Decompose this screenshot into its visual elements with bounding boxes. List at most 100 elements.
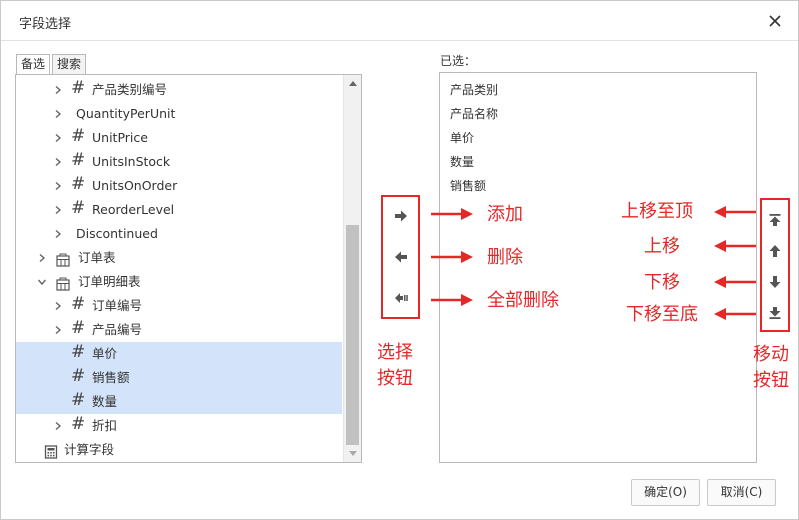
chevron-right-icon[interactable] xyxy=(52,126,64,150)
annotation-move-down: 下移 xyxy=(644,272,680,293)
move-up-icon[interactable] xyxy=(763,239,787,263)
tree-item[interactable]: # ReorderLevel xyxy=(16,198,342,222)
tree-item-label: UnitsOnOrder xyxy=(92,178,178,193)
tree-item-label: 产品类别编号 xyxy=(92,82,168,97)
tree-item-label: 折扣 xyxy=(92,418,118,433)
tree-scrollbar[interactable] xyxy=(343,75,361,462)
chevron-right-icon[interactable] xyxy=(52,318,64,342)
tree-item[interactable]: # 销售额 xyxy=(16,366,342,390)
move-buttons-group xyxy=(760,198,790,332)
tree-item[interactable]: # 订单编号 xyxy=(16,294,342,318)
title-divider xyxy=(1,40,798,41)
annotation-move-top: 上移至顶 xyxy=(621,201,693,222)
numeric-field-icon: # xyxy=(71,318,86,338)
tree-item-label: QuantityPerUnit xyxy=(76,106,176,121)
chevron-right-icon[interactable] xyxy=(52,414,64,438)
chevron-right-icon[interactable] xyxy=(52,150,64,174)
selected-label: 已选： xyxy=(440,54,477,68)
move-up-annotation-arrow xyxy=(714,240,756,252)
tree-item-label: 单价 xyxy=(92,346,118,361)
tree-item-label: Discontinued xyxy=(76,226,158,241)
ok-button[interactable]: 确定(O) xyxy=(631,479,700,506)
move-to-bottom-icon[interactable] xyxy=(763,301,787,325)
numeric-field-icon: # xyxy=(71,150,86,170)
selected-item[interactable]: 数量 xyxy=(450,153,474,170)
field-selection-dialog: 字段选择 备选 搜索 # 产品类别编号 QuantityPerUnit # UnitPr… xyxy=(0,0,799,520)
chevron-right-icon[interactable] xyxy=(52,78,64,102)
delete-all-annotation-arrow xyxy=(431,294,473,306)
numeric-field-icon: # xyxy=(71,390,86,410)
tree-item[interactable]: # UnitsOnOrder xyxy=(16,174,342,198)
chevron-right-icon[interactable] xyxy=(52,198,64,222)
tab-bar: 备选 搜索 xyxy=(16,54,87,74)
table-icon xyxy=(56,251,70,267)
tree-item[interactable]: # 折扣 xyxy=(16,414,342,438)
tree-item[interactable]: QuantityPerUnit xyxy=(16,102,342,126)
delete-arrow-left-icon[interactable] xyxy=(389,245,413,269)
chevron-right-icon[interactable] xyxy=(52,102,64,126)
annotation-select-buttons-line1: 选择 xyxy=(377,342,413,363)
annotation-move-bottom: 下移至底 xyxy=(626,304,698,325)
close-icon[interactable] xyxy=(765,11,785,31)
tree-item-label: 销售额 xyxy=(92,370,130,385)
tree-item-label: 订单编号 xyxy=(92,298,143,313)
annotation-move-buttons-line2: 按钮 xyxy=(753,370,789,391)
tree-item-label: ReorderLevel xyxy=(92,202,175,217)
add-annotation-arrow xyxy=(431,208,473,220)
scroll-thumb[interactable] xyxy=(346,225,359,445)
move-down-icon[interactable] xyxy=(763,270,787,294)
annotation-move-up: 上移 xyxy=(644,236,680,257)
tree-item-label: 订单明细表 xyxy=(78,274,141,289)
chevron-right-icon[interactable] xyxy=(52,174,64,198)
selected-item[interactable]: 产品名称 xyxy=(450,105,498,122)
chevron-right-icon[interactable] xyxy=(52,222,64,246)
tree-item[interactable]: # UnitPrice xyxy=(16,126,342,150)
cancel-button[interactable]: 取消(C) xyxy=(707,479,776,506)
tree-item-label: 计算字段 xyxy=(64,442,115,457)
selected-item[interactable]: 销售额 xyxy=(450,177,486,194)
tree-item[interactable]: 计算字段 xyxy=(16,438,342,462)
tree-item-label: 产品编号 xyxy=(92,322,143,337)
chevron-right-icon[interactable] xyxy=(52,294,64,318)
tree-item[interactable]: # 产品类别编号 xyxy=(16,78,342,102)
tree-item[interactable]: # 产品编号 xyxy=(16,318,342,342)
move-down-annotation-arrow xyxy=(714,276,756,288)
tab-candidates[interactable]: 备选 xyxy=(16,54,51,74)
chevron-right-icon[interactable] xyxy=(36,246,48,270)
tree-item-label: 订单表 xyxy=(78,250,116,265)
dialog-title: 字段选择 xyxy=(19,17,72,32)
selected-item[interactable]: 产品类别 xyxy=(450,81,498,98)
calculator-icon xyxy=(44,443,58,459)
annotation-delete-all: 全部删除 xyxy=(487,290,559,311)
numeric-field-icon: # xyxy=(71,198,86,218)
tree-item[interactable]: # UnitsInStock xyxy=(16,150,342,174)
tree-item-label: 数量 xyxy=(92,394,118,409)
tree-item-label: UnitPrice xyxy=(92,130,148,145)
tab-search[interactable]: 搜索 xyxy=(52,54,87,74)
numeric-field-icon: # xyxy=(71,174,86,194)
move-bottom-annotation-arrow xyxy=(714,308,756,320)
tree-item[interactable]: 订单明细表 xyxy=(16,270,342,294)
select-buttons-group xyxy=(381,195,420,319)
numeric-field-icon: # xyxy=(71,342,86,362)
annotation-add: 添加 xyxy=(487,204,523,225)
annotation-move-buttons-line1: 移动 xyxy=(753,344,789,365)
numeric-field-icon: # xyxy=(71,126,86,146)
tree-item[interactable]: Discontinued xyxy=(16,222,342,246)
field-tree: # 产品类别编号 QuantityPerUnit # UnitPrice # UnitsIn… xyxy=(15,74,362,463)
tree-item[interactable]: # 单价 xyxy=(16,342,342,366)
numeric-field-icon: # xyxy=(71,294,86,314)
scroll-up-icon[interactable] xyxy=(344,75,361,91)
scroll-down-icon[interactable] xyxy=(344,446,361,462)
tree-item[interactable]: 订单表 xyxy=(16,246,342,270)
numeric-field-icon: # xyxy=(71,366,86,386)
delete-all-arrow-left-icon[interactable] xyxy=(389,286,413,310)
chevron-down-icon[interactable] xyxy=(36,270,48,294)
move-to-top-icon[interactable] xyxy=(763,208,787,232)
add-arrow-right-icon[interactable] xyxy=(389,204,413,228)
numeric-field-icon: # xyxy=(71,78,86,98)
annotation-select-buttons-line2: 按钮 xyxy=(377,368,413,389)
annotation-delete: 删除 xyxy=(487,247,523,268)
tree-item[interactable]: # 数量 xyxy=(16,390,342,414)
selected-item[interactable]: 单价 xyxy=(450,129,474,146)
